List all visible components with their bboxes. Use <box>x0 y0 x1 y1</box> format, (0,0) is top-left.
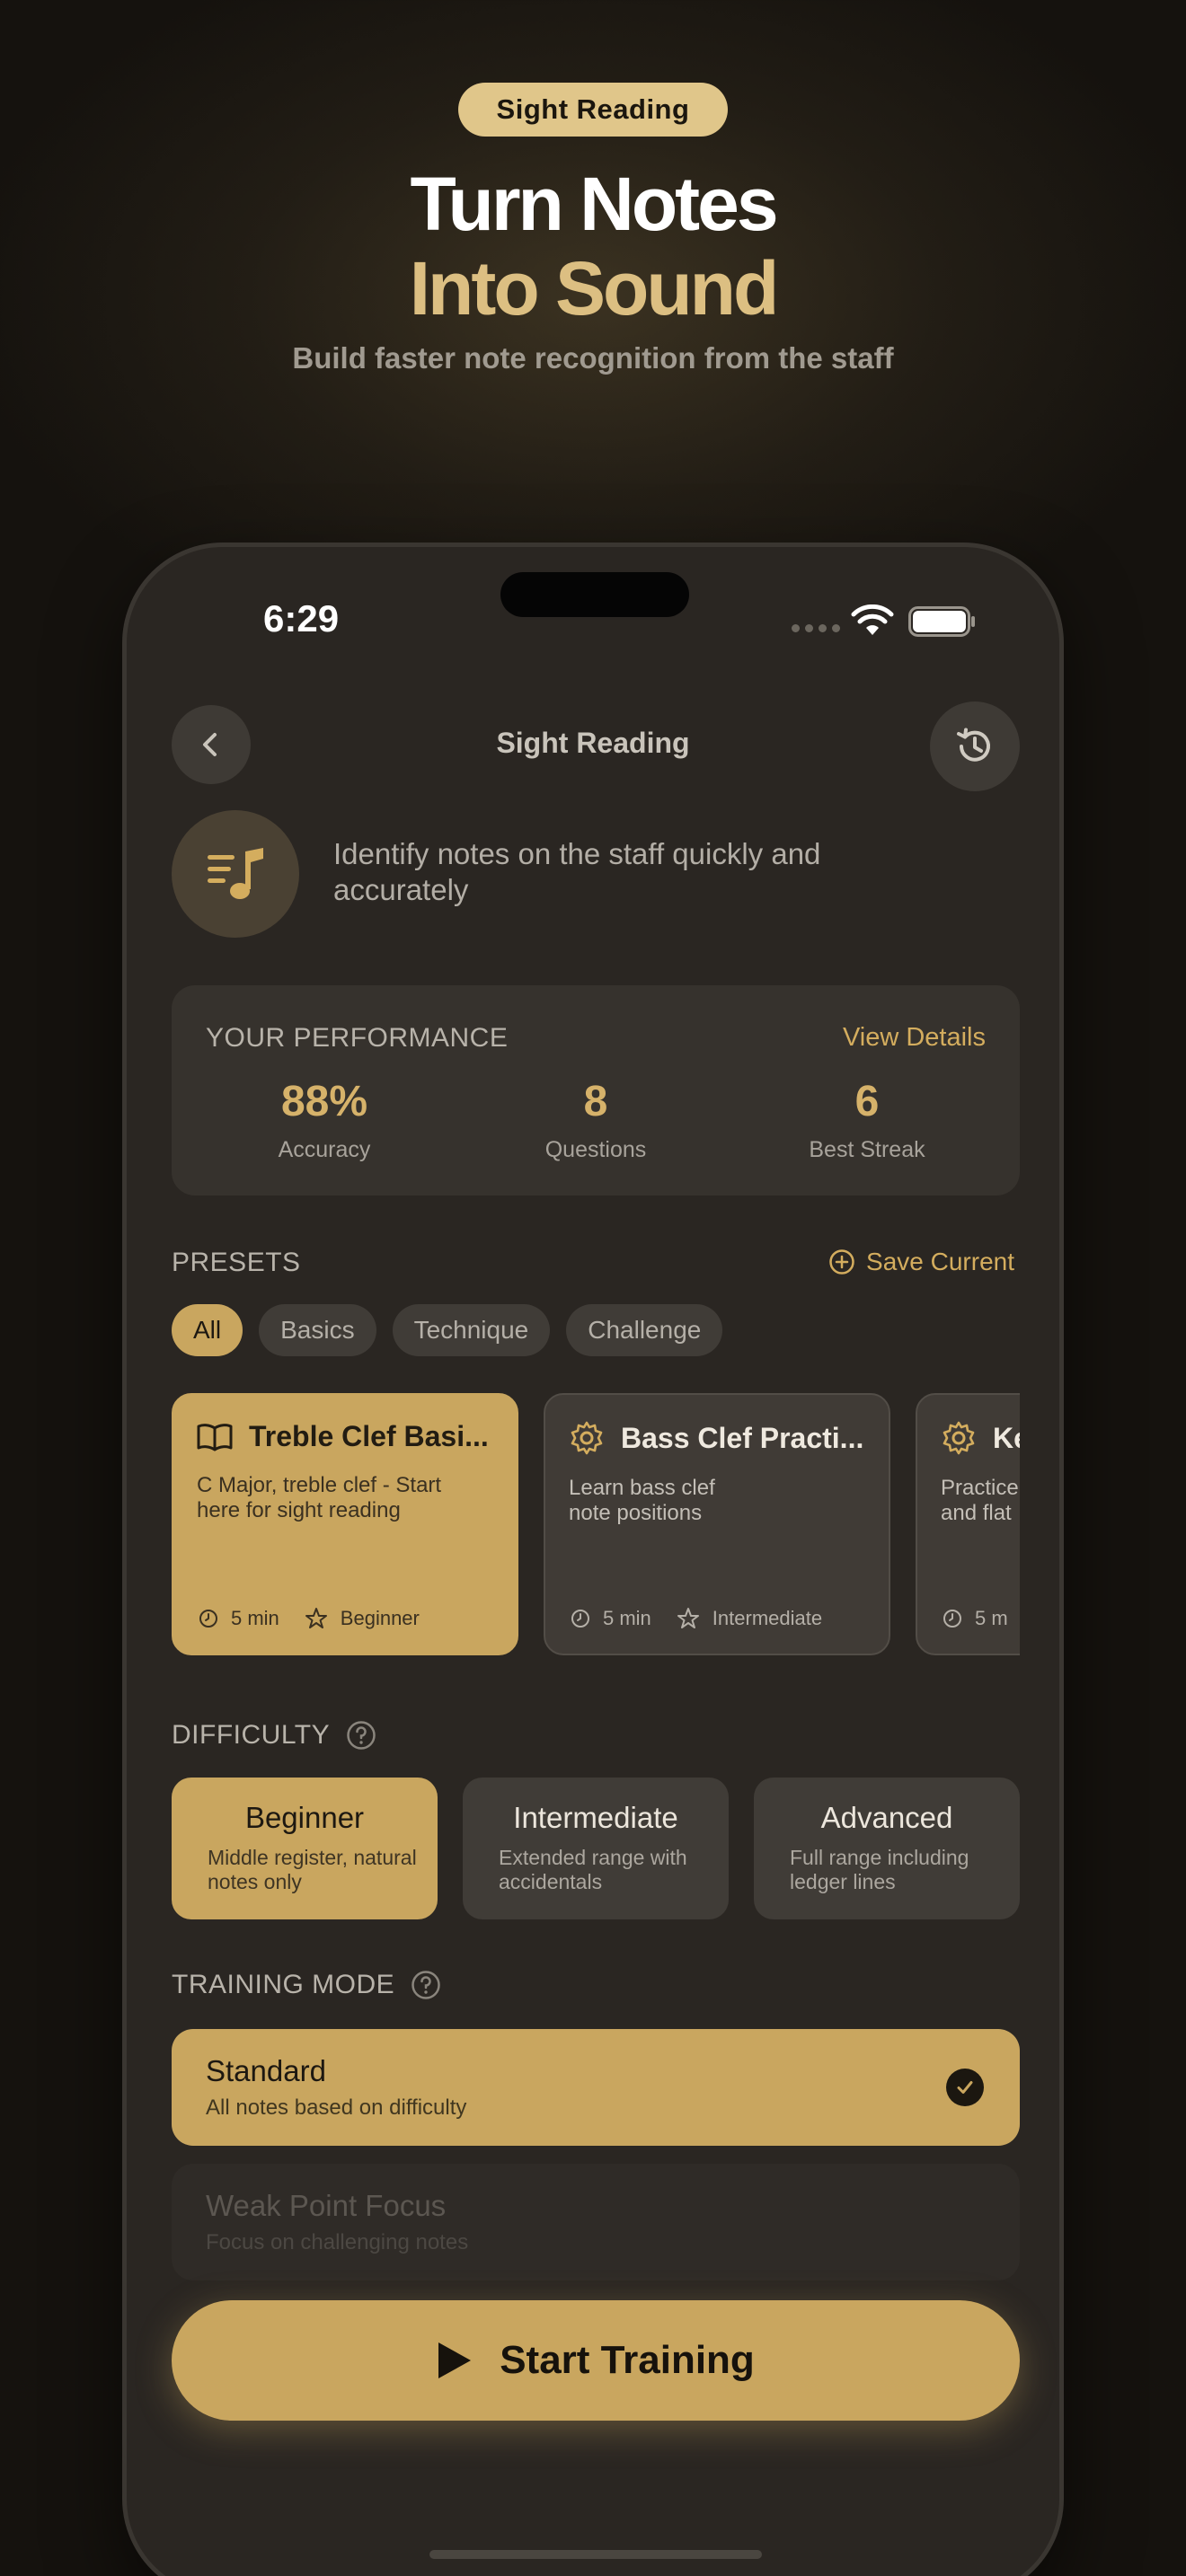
book-icon <box>197 1423 233 1451</box>
hero-title-line1: Turn Notes <box>410 162 778 246</box>
mode-title: Weak Point Focus <box>206 2189 447 2222</box>
stat-best-streak: 6 Best Streak <box>732 1077 1002 1163</box>
view-details-link[interactable]: View Details <box>843 1023 986 1053</box>
preset-title: Ke <box>993 1421 1020 1454</box>
history-button[interactable] <box>930 701 1020 791</box>
training-mode-label: TRAINING MODE <box>172 1970 395 1999</box>
stat-label: Accuracy <box>278 1137 371 1162</box>
intro-text: Identify notes on the staff quickly and … <box>333 837 821 906</box>
clock-icon <box>199 1610 217 1628</box>
difficulty-description: Full range including ledger lines <box>790 1846 969 1893</box>
filter-chip-technique[interactable]: Technique <box>392 1304 551 1356</box>
help-icon[interactable] <box>411 1970 441 2000</box>
music-notes-list-icon <box>172 810 299 938</box>
filter-chip-all[interactable]: All <box>172 1304 243 1356</box>
gear-icon <box>571 1421 603 1455</box>
preset-card-key[interactable]: Ke Practice and flat 5 m <box>916 1393 1020 1655</box>
battery-icon <box>908 606 975 637</box>
performance-card: YOUR PERFORMANCE View Details 88% Accura… <box>172 985 1020 1195</box>
hero-title-line2: Into Sound <box>409 246 780 331</box>
difficulty-beginner[interactable]: Beginner Middle register, natural notes … <box>172 1778 438 1919</box>
filter-chip-challenge[interactable]: Challenge <box>566 1304 723 1356</box>
checkmark-icon <box>946 2069 984 2106</box>
gear-icon <box>943 1421 975 1455</box>
home-indicator <box>429 2550 762 2559</box>
save-current-button[interactable]: Save Current <box>828 1248 1014 1276</box>
performance-label: YOUR PERFORMANCE <box>206 1023 509 1053</box>
preset-description: Learn bass clef note positions <box>569 1476 715 1525</box>
filter-chip-basics[interactable]: Basics <box>259 1304 376 1356</box>
preset-level: Intermediate <box>712 1607 823 1629</box>
hero-badge: Sight Reading <box>458 83 728 137</box>
star-icon <box>677 1608 699 1628</box>
clock-icon <box>943 1610 961 1628</box>
dynamic-island <box>500 572 689 617</box>
presets-label: PRESETS <box>172 1248 301 1277</box>
stat-value: 8 <box>583 1078 608 1125</box>
stat-questions: 8 Questions <box>461 1077 730 1163</box>
star-icon <box>305 1608 327 1628</box>
stat-label: Best Streak <box>809 1137 925 1162</box>
stat-label: Questions <box>544 1137 647 1162</box>
stat-value: 6 <box>854 1078 880 1125</box>
preset-duration: 5 m <box>975 1607 1008 1629</box>
stat-value: 88% <box>280 1078 368 1125</box>
preset-duration: 5 min <box>603 1607 651 1629</box>
difficulty-label: DIFFICULTY <box>172 1720 331 1750</box>
mode-option-weak-point[interactable]: Weak Point Focus Focus on challenging no… <box>172 2164 1020 2280</box>
preset-level: Beginner <box>340 1607 420 1629</box>
start-training-button[interactable]: Start Training <box>172 2300 1020 2421</box>
preset-duration: 5 min <box>231 1607 279 1629</box>
mode-description: All notes based on difficulty <box>206 2095 467 2120</box>
start-training-label: Start Training <box>500 2338 755 2382</box>
preset-filter-chips: All Basics Technique Challenge <box>172 1304 723 1356</box>
mode-option-standard[interactable]: Standard All notes based on difficulty <box>172 2029 1020 2146</box>
phone-frame: 6:29 Sight Reading Identify notes on the… <box>122 543 1064 2576</box>
difficulty-header: DIFFICULTY <box>172 1720 376 1751</box>
difficulty-title: Beginner <box>244 1801 365 1834</box>
preset-title: Treble Clef Basi... <box>249 1420 489 1452</box>
preset-carousel[interactable]: Treble Clef Basi... C Major, treble clef… <box>172 1393 1020 1655</box>
preset-card-treble-clef[interactable]: Treble Clef Basi... C Major, treble clef… <box>172 1393 518 1655</box>
training-mode-header: TRAINING MODE <box>172 1970 441 2000</box>
clock-icon <box>571 1610 589 1628</box>
preset-description: Practice and flat <box>941 1476 1019 1525</box>
cellular-signal-icon <box>792 624 840 632</box>
preset-description: C Major, treble clef - Start here for si… <box>197 1473 442 1522</box>
hero-subtitle: Build faster note recognition from the s… <box>292 341 894 375</box>
mode-title: Standard <box>206 2054 326 2087</box>
status-time: 6:29 <box>263 597 340 640</box>
difficulty-advanced[interactable]: Advanced Full range including ledger lin… <box>754 1778 1020 1919</box>
wifi-icon <box>851 604 894 635</box>
difficulty-description: Extended range with accidentals <box>499 1846 687 1893</box>
play-icon <box>438 2342 472 2378</box>
preset-title: Bass Clef Practi... <box>621 1421 864 1454</box>
difficulty-title: Intermediate <box>513 1801 678 1834</box>
plus-circle-icon <box>829 1249 854 1275</box>
mode-description: Focus on challenging notes <box>206 2230 469 2254</box>
page-title: Sight Reading <box>496 727 690 759</box>
preset-card-bass-clef[interactable]: Bass Clef Practi... Learn bass clef note… <box>544 1393 890 1655</box>
difficulty-intermediate[interactable]: Intermediate Extended range with acciden… <box>463 1778 729 1919</box>
difficulty-description: Middle register, natural notes only <box>208 1846 417 1893</box>
stat-accuracy: 88% Accuracy <box>190 1077 459 1163</box>
help-icon[interactable] <box>346 1720 376 1751</box>
save-current-label: Save Current <box>866 1248 1014 1275</box>
difficulty-title: Advanced <box>820 1801 953 1834</box>
history-icon <box>957 728 990 762</box>
